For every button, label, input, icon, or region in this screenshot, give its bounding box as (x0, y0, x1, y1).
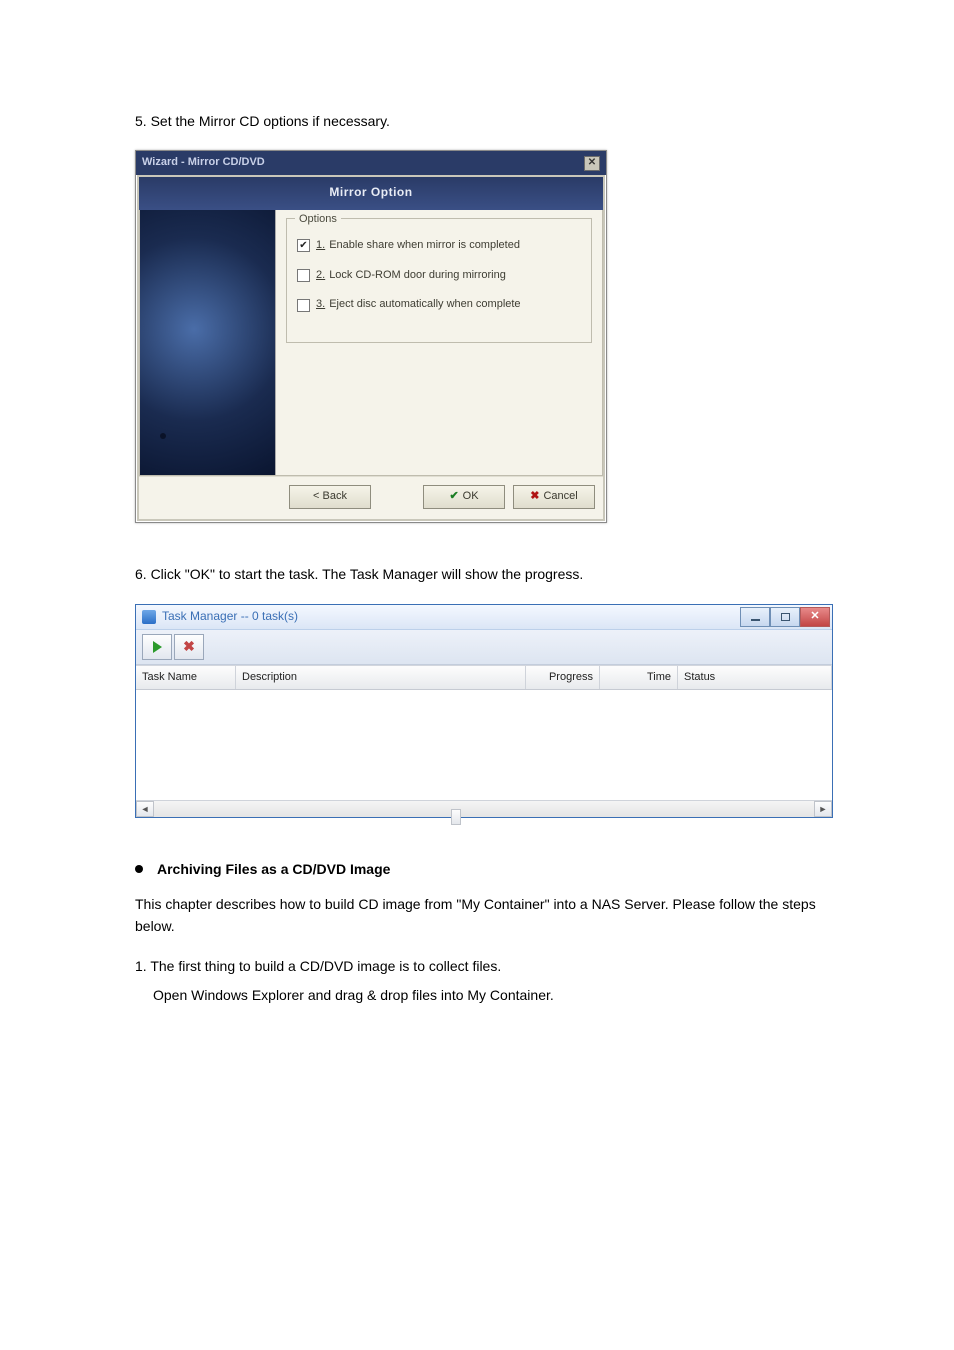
option-row-1: ✔ 1. Enable share when mirror is complet… (297, 237, 581, 255)
bullet-heading: Archiving Files as a CD/DVD Image (135, 858, 819, 880)
task-manager-window: Task Manager -- 0 task(s) ✕ ✖ Task Name … (135, 604, 833, 819)
col-task-name[interactable]: Task Name (136, 666, 236, 690)
cancel-label: Cancel (543, 488, 577, 506)
chapter-desc: This chapter describes how to build CD i… (135, 893, 819, 938)
col-description[interactable]: Description (236, 666, 526, 690)
wizard-dialog: Wizard - Mirror CD/DVD ✕ Mirror Option O… (135, 150, 607, 523)
col-time[interactable]: Time (600, 666, 678, 690)
opt3-label: Eject disc automatically when complete (329, 296, 520, 314)
wizard-close-button[interactable]: ✕ (584, 156, 600, 171)
step-collect-detail: Open Windows Explorer and drag & drop fi… (135, 984, 819, 1006)
scroll-left-icon[interactable]: ◄ (136, 801, 154, 817)
back-button[interactable]: < Back (289, 485, 371, 509)
options-group: Options ✔ 1. Enable share when mirror is… (286, 218, 592, 343)
delete-button[interactable]: ✖ (174, 634, 204, 660)
checkbox-enable-share[interactable]: ✔ (297, 239, 310, 252)
wizard-banner: Mirror Option (139, 177, 603, 210)
opt1-num: 1. (316, 237, 325, 255)
tm-list-body (136, 690, 832, 800)
tm-toolbar: ✖ (136, 630, 832, 665)
col-progress[interactable]: Progress (526, 666, 600, 690)
opt1-label: Enable share when mirror is completed (329, 237, 520, 255)
step-collect: 1. The first thing to build a CD/DVD ima… (135, 955, 819, 977)
bullet-text: Archiving Files as a CD/DVD Image (157, 858, 390, 880)
scroll-right-icon[interactable]: ► (814, 801, 832, 817)
options-legend: Options (295, 211, 341, 229)
option-row-3: 3. Eject disc automatically when complet… (297, 296, 581, 314)
option-row-2: 2. Lock CD-ROM door during mirroring (297, 267, 581, 285)
opt3-num: 3. (316, 296, 325, 314)
close-button[interactable]: ✕ (800, 607, 830, 627)
maximize-button[interactable] (770, 607, 800, 627)
scroll-thumb[interactable] (451, 809, 461, 825)
ok-label: OK (463, 488, 479, 506)
x-icon: ✖ (530, 488, 539, 506)
step5-text: 5. Set the Mirror CD options if necessar… (135, 110, 819, 132)
checkbox-eject-disc[interactable] (297, 299, 310, 312)
col-status[interactable]: Status (678, 666, 832, 690)
tm-app-icon (142, 610, 156, 624)
wizard-side-image (140, 210, 276, 475)
minimize-button[interactable] (740, 607, 770, 627)
check-icon: ✔ (449, 488, 458, 506)
back-label: < Back (313, 488, 347, 506)
bullet-icon (135, 865, 143, 873)
tm-titlebar: Task Manager -- 0 task(s) ✕ (136, 605, 832, 630)
tm-column-header: Task Name Description Progress Time Stat… (136, 665, 832, 691)
delete-icon: ✖ (183, 635, 195, 657)
wizard-titlebar: Wizard - Mirror CD/DVD ✕ (136, 151, 606, 175)
wizard-title: Wizard - Mirror CD/DVD (142, 154, 265, 172)
tm-hscrollbar[interactable]: ◄ ► (136, 800, 832, 817)
tm-title-text: Task Manager -- 0 task(s) (162, 607, 298, 626)
opt2-label: Lock CD-ROM door during mirroring (329, 267, 506, 285)
cancel-button[interactable]: ✖ Cancel (513, 485, 595, 509)
play-icon (153, 641, 162, 653)
checkbox-lock-door[interactable] (297, 269, 310, 282)
opt2-num: 2. (316, 267, 325, 285)
step6-text: 6. Click "OK" to start the task. The Tas… (135, 563, 819, 585)
ok-button[interactable]: ✔ OK (423, 485, 505, 509)
play-button[interactable] (142, 634, 172, 660)
